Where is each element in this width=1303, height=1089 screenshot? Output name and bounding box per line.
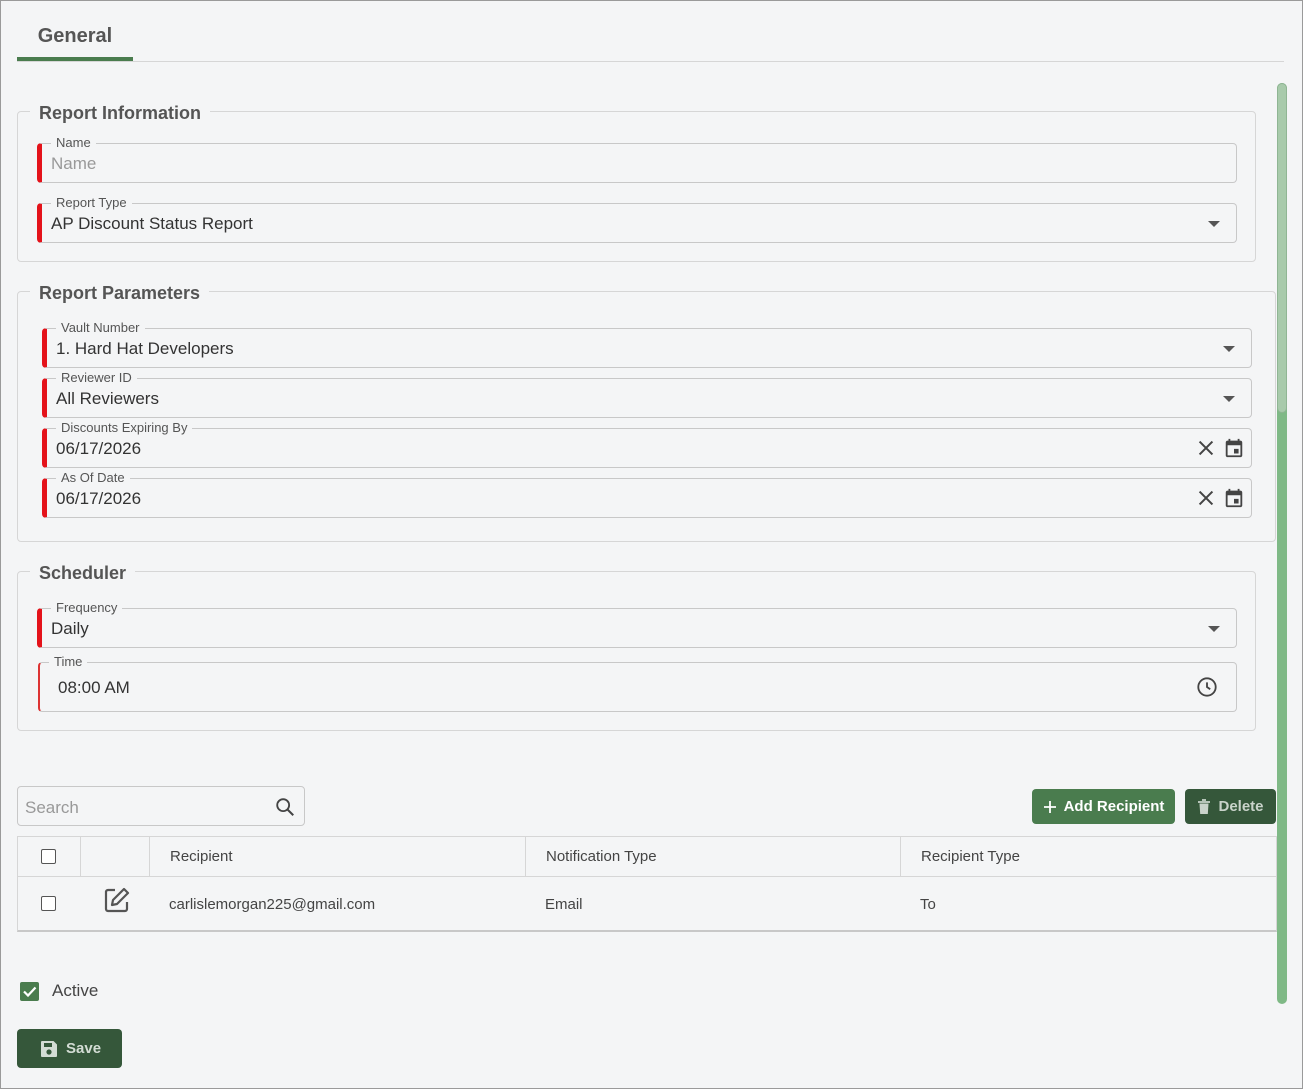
clear-icon[interactable] bbox=[1195, 487, 1217, 509]
report-type-value: AP Discount Status Report bbox=[51, 214, 253, 233]
caret-down-icon[interactable] bbox=[1223, 396, 1235, 402]
tab-bar: General bbox=[17, 1, 1284, 62]
row-checkbox[interactable] bbox=[41, 896, 56, 911]
save-icon bbox=[41, 1040, 57, 1057]
caret-down-icon[interactable] bbox=[1208, 626, 1220, 632]
name-input[interactable]: Name bbox=[51, 154, 96, 174]
recipients-table: Recipient Notification Type Recipient Ty… bbox=[17, 836, 1277, 932]
scheduler-section: Scheduler Frequency Daily Time 08:00 AM bbox=[17, 562, 1256, 731]
tab-general[interactable]: General bbox=[17, 23, 133, 61]
scrollbar-thumb[interactable] bbox=[1277, 83, 1287, 413]
table-row[interactable]: carlislemorgan225@gmail.com Email To bbox=[18, 878, 1276, 931]
clock-icon[interactable] bbox=[1196, 676, 1218, 698]
time-field[interactable]: Time 08:00 AM bbox=[38, 654, 1237, 712]
field-label: Frequency bbox=[51, 600, 123, 616]
column-header-recipient-type[interactable]: Recipient Type bbox=[900, 837, 1276, 877]
report-information-section: Report Information Name Name Report Type… bbox=[17, 102, 1256, 262]
save-label: Save bbox=[66, 1040, 102, 1057]
add-recipient-button[interactable]: Add Recipient bbox=[1032, 789, 1175, 824]
as-of-date-input[interactable]: 06/17/2026 bbox=[56, 489, 141, 509]
save-button[interactable]: Save bbox=[17, 1029, 122, 1068]
section-title: Report Parameters bbox=[30, 282, 210, 304]
vault-number-value: 1. Hard Hat Developers bbox=[56, 339, 234, 358]
discounts-expiring-by-field[interactable]: Discounts Expiring By 06/17/2026 bbox=[42, 420, 1252, 468]
search-icon[interactable] bbox=[274, 796, 296, 818]
check-icon bbox=[23, 986, 37, 998]
search-input[interactable]: Search bbox=[25, 798, 79, 818]
edit-icon[interactable] bbox=[103, 886, 131, 914]
trash-icon bbox=[1198, 798, 1211, 814]
name-field[interactable]: Name Name bbox=[37, 135, 1237, 183]
column-header-recipient[interactable]: Recipient bbox=[149, 837, 525, 877]
report-type-select[interactable]: Report Type AP Discount Status Report bbox=[37, 195, 1237, 243]
field-label: Report Type bbox=[51, 195, 132, 211]
notification-type-cell: Email bbox=[545, 896, 583, 913]
field-label: As Of Date bbox=[56, 470, 130, 486]
calendar-icon[interactable] bbox=[1223, 437, 1245, 459]
search-box[interactable]: Search bbox=[17, 786, 305, 826]
field-label: Time bbox=[49, 654, 88, 670]
caret-down-icon[interactable] bbox=[1208, 221, 1220, 227]
frequency-value: Daily bbox=[51, 619, 89, 638]
active-checkbox[interactable] bbox=[20, 982, 39, 1001]
section-title: Report Information bbox=[30, 102, 210, 124]
plus-icon bbox=[1043, 800, 1056, 813]
field-label: Reviewer ID bbox=[56, 370, 137, 386]
delete-button[interactable]: Delete bbox=[1185, 789, 1276, 824]
recipient-cell: carlislemorgan225@gmail.com bbox=[169, 896, 376, 913]
discounts-expiring-by-input[interactable]: 06/17/2026 bbox=[56, 439, 141, 459]
frequency-select[interactable]: Frequency Daily bbox=[37, 600, 1237, 648]
field-label: Discounts Expiring By bbox=[56, 420, 193, 436]
scrollbar[interactable] bbox=[1277, 83, 1287, 1004]
active-label: Active bbox=[52, 981, 99, 1000]
section-title: Scheduler bbox=[30, 562, 136, 584]
field-label: Name bbox=[51, 135, 96, 151]
delete-label: Delete bbox=[1218, 798, 1264, 815]
recipient-type-cell: To bbox=[920, 896, 936, 913]
table-header: Recipient Notification Type Recipient Ty… bbox=[18, 837, 1276, 877]
time-input[interactable]: 08:00 AM bbox=[58, 678, 130, 698]
select-all-checkbox[interactable] bbox=[41, 849, 56, 864]
caret-down-icon[interactable] bbox=[1223, 346, 1235, 352]
report-parameters-section: Report Parameters Vault Number 1. Hard H… bbox=[17, 282, 1276, 542]
field-label: Vault Number bbox=[56, 320, 145, 336]
column-header-notification-type[interactable]: Notification Type bbox=[525, 837, 900, 877]
vault-number-select[interactable]: Vault Number 1. Hard Hat Developers bbox=[42, 320, 1252, 368]
reviewer-id-value: All Reviewers bbox=[56, 389, 159, 408]
as-of-date-field[interactable]: As Of Date 06/17/2026 bbox=[42, 470, 1252, 518]
edit-column-header bbox=[80, 837, 149, 877]
calendar-icon[interactable] bbox=[1223, 487, 1245, 509]
clear-icon[interactable] bbox=[1195, 437, 1217, 459]
add-recipient-label: Add Recipient bbox=[1063, 798, 1165, 815]
reviewer-id-select[interactable]: Reviewer ID All Reviewers bbox=[42, 370, 1252, 418]
